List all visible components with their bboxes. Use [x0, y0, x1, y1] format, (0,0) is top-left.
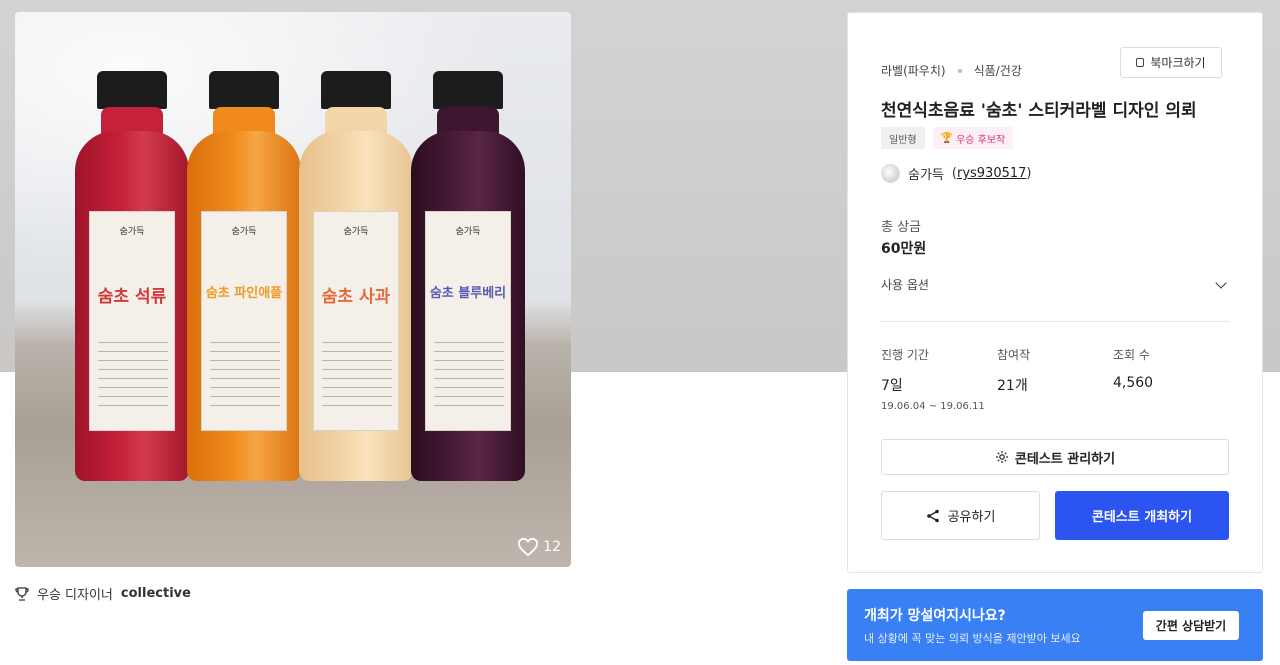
bottle-pomegranate: 숨가득 숨초 석류 [75, 71, 189, 481]
consult-description: 내 상황에 꼭 맞는 의뢰 방식을 제안받아 보세요 [864, 632, 1081, 645]
contest-title: 천연식초음료 '숨초' 스티커라벨 디자인 의뢰 [881, 101, 1197, 121]
host-contest-button[interactable]: 콘테스트 개최하기 [1055, 491, 1229, 540]
avatar [881, 164, 900, 183]
author-id[interactable]: rys930517 [957, 166, 1026, 181]
author-name: 숨가득 [908, 168, 944, 183]
bottle-apple: 숨가득 숨초 사과 [299, 71, 413, 481]
bottle-blueberry: 숨가득 숨초 블루베리 [411, 71, 525, 481]
stat-views: 조회 수 4,560 [1113, 348, 1154, 391]
chevron-down-icon [1215, 276, 1227, 289]
type-badge: 일반형 [881, 127, 925, 149]
contest-info-panel: 라벨(파우치) 식품/건강 북마크하기 천연식초음료 '숨초' 스티커라벨 디자… [847, 12, 1263, 573]
category-main[interactable]: 라벨(파우치) [881, 62, 946, 79]
like-button[interactable]: 12 [517, 537, 561, 557]
divider [881, 321, 1230, 322]
bookmark-icon [1136, 58, 1145, 67]
prize-label: 총 상금 [881, 220, 922, 235]
like-count: 12 [543, 539, 561, 555]
stat-period: 진행 기간 7일 19.06.04 ~ 19.06.11 [881, 348, 985, 412]
winner-name[interactable]: collective [121, 586, 191, 601]
options-toggle[interactable]: 사용 옵션 [881, 276, 1231, 293]
author[interactable]: 숨가득 (rys930517) [881, 164, 1031, 183]
category-sub[interactable]: 식품/건강 [974, 62, 1022, 79]
consult-button[interactable]: 간편 상담받기 [1143, 611, 1239, 640]
share-icon [926, 509, 939, 522]
consult-question: 개최가 망설여지시나요? [864, 608, 1006, 624]
award-badge: 🏆 우승 후보작 [932, 127, 1014, 149]
winner-designer: 우승 디자이너 collective [15, 584, 191, 603]
product-image[interactable]: 숨가득 숨초 석류 숨가득 숨초 파인애플 숨가득 숨초 사과 숨가득 숨초 블… [15, 12, 571, 567]
bookmark-button[interactable]: 북마크하기 [1120, 47, 1222, 78]
trophy-icon [15, 586, 29, 601]
breadcrumb: 라벨(파우치) 식품/건강 [881, 62, 1022, 79]
manage-contest-button[interactable]: 콘테스트 관리하기 [881, 439, 1229, 475]
heart-icon [518, 537, 539, 557]
consult-banner: 개최가 망설여지시나요? 내 상황에 꼭 맞는 의뢰 방식을 제안받아 보세요 … [847, 589, 1263, 661]
share-button[interactable]: 공유하기 [881, 491, 1040, 540]
stat-participants: 참여작 21개 [997, 348, 1031, 394]
winner-prefix: 우승 디자이너 [37, 588, 113, 603]
prize-value: 60만원 [881, 241, 927, 257]
bottle-pineapple: 숨가득 숨초 파인애플 [187, 71, 301, 481]
trophy-icon: 🏆 [940, 132, 954, 144]
gear-icon [995, 451, 1008, 463]
